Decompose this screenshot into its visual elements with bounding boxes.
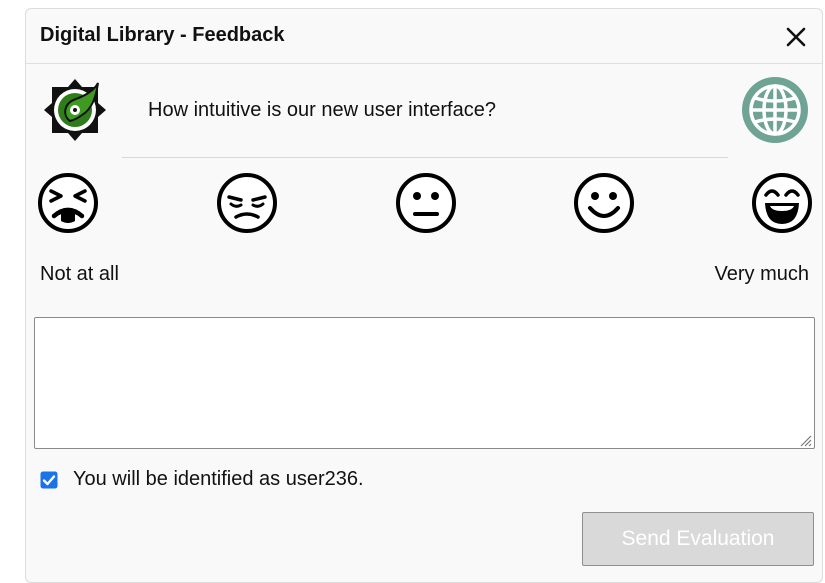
very-happy-face-icon[interactable]: [751, 172, 813, 234]
divider: [122, 157, 728, 158]
very-unhappy-face-icon[interactable]: [37, 172, 99, 234]
scale-min-label: Not at all: [40, 263, 119, 285]
comment-textarea[interactable]: [34, 317, 815, 449]
globe-icon: [742, 77, 808, 143]
scale-max-label: Very much: [714, 263, 809, 285]
dialog-title: Digital Library - Feedback: [40, 24, 285, 46]
question-text: How intuitive is our new user interface?: [148, 99, 496, 121]
happy-face-icon[interactable]: [573, 172, 635, 234]
compass-leaf-logo-icon: [44, 79, 106, 141]
send-evaluation-button[interactable]: Send Evaluation: [582, 512, 814, 566]
resize-grip-icon[interactable]: [798, 433, 812, 447]
identify-label: You will be identified as user236.: [73, 468, 364, 490]
close-icon[interactable]: [782, 23, 810, 51]
neutral-face-icon[interactable]: [395, 172, 457, 234]
feedback-dialog: Digital Library - Feedback How intuitive…: [25, 8, 823, 583]
identify-checkbox[interactable]: [40, 471, 58, 489]
dialog-header: Digital Library - Feedback: [26, 9, 822, 64]
unhappy-face-icon[interactable]: [216, 172, 278, 234]
